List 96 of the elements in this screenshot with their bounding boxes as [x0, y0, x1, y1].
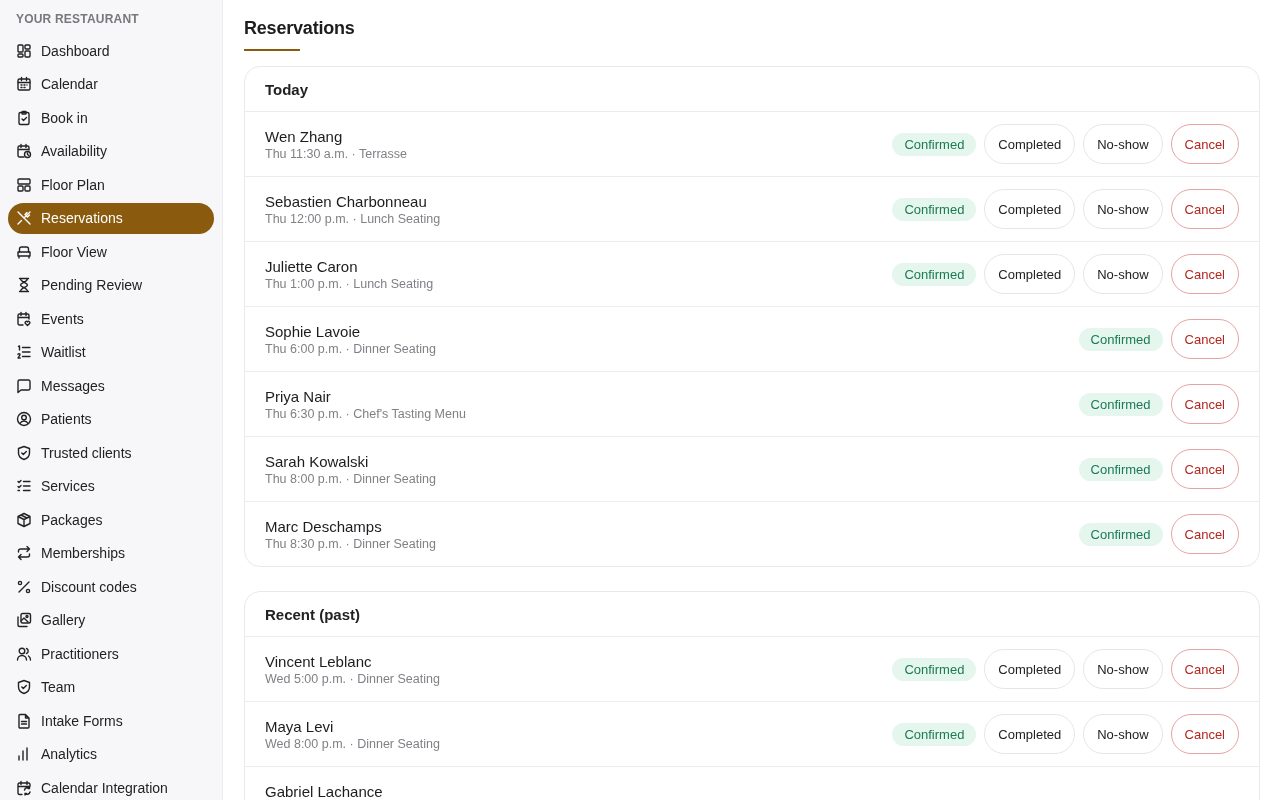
page-title: Reservations [244, 17, 355, 40]
shield-icon [16, 679, 32, 695]
cancel-button[interactable]: Cancel [1170, 649, 1239, 689]
reservation-details: Thu 11:30 a.m. · Terrasse [265, 146, 408, 161]
status-badge: Confirmed [1078, 522, 1163, 546]
action-button[interactable]: No-show [1083, 189, 1163, 229]
status-badge: Confirmed [892, 197, 977, 221]
reservation-details: Wed 5:00 p.m. · Dinner Seating [265, 671, 441, 686]
user-circle-icon [16, 411, 32, 427]
reservation-details: Thu 6:30 p.m. · Chef's Tasting Menu [265, 406, 467, 421]
sidebar-item[interactable]: Pending Review [8, 269, 214, 301]
guest-name: Vincent Leblanc [265, 652, 373, 670]
sidebar-item[interactable]: Gallery [8, 604, 214, 636]
sidebar-item[interactable]: Team [8, 671, 214, 703]
guest-name: Marc Deschamps [265, 517, 383, 535]
calendar-heart-icon [16, 310, 32, 327]
sidebar-item[interactable]: Events [8, 303, 214, 334]
guest-name: Juliette Caron [265, 257, 359, 275]
layout-icon [16, 176, 32, 193]
action-button[interactable]: Completed [984, 254, 1076, 294]
cancel-button[interactable]: Cancel [1170, 319, 1239, 359]
sidebar-item[interactable]: Messages [8, 370, 214, 401]
cancel-button[interactable]: Cancel [1170, 384, 1239, 424]
action-button[interactable]: Completed [984, 649, 1076, 689]
status-badge: Confirmed [1078, 327, 1163, 351]
hourglass-icon [16, 277, 32, 293]
reservation-details: Thu 12:00 p.m. · Lunch Seating [265, 211, 442, 226]
sidebar-item[interactable]: Availability [8, 135, 214, 167]
cancel-button[interactable]: Cancel [1170, 714, 1239, 754]
sidebar-item[interactable]: Floor Plan [8, 169, 214, 200]
status-badge: Confirmed [1078, 457, 1163, 481]
images-icon [16, 612, 32, 628]
sidebar-item[interactable]: Practitioners [8, 638, 214, 669]
reservation-details: Thu 6:00 p.m. · Dinner Seating [265, 341, 437, 356]
action-button[interactable]: Completed [984, 714, 1076, 754]
sidebar-item[interactable]: Memberships [8, 537, 214, 569]
guest-name: Sarah Kowalski [265, 452, 370, 470]
sidebar-item[interactable]: Patients [8, 403, 214, 435]
reservation-details: Thu 8:30 p.m. · Dinner Seating [265, 536, 437, 551]
sidebar-item[interactable]: Waitlist [8, 336, 214, 368]
reservation-details: Thu 1:00 p.m. · Lunch Seating [265, 276, 435, 291]
guest-name: Gabriel Lachance [265, 783, 384, 800]
sidebar-item[interactable]: Intake Forms [8, 705, 214, 736]
cancel-button[interactable]: Cancel [1170, 189, 1239, 229]
status-badge: Confirmed [892, 722, 977, 746]
guest-name: Priya Nair [265, 387, 332, 405]
cancel-button[interactable]: Cancel [1170, 514, 1239, 554]
repeat-icon [16, 545, 32, 561]
reservation-details: Thu 8:00 p.m. · Dinner Seating [265, 471, 437, 486]
cancel-button[interactable]: Cancel [1170, 124, 1239, 164]
guest-name: Wen Zhang [265, 127, 344, 145]
action-button[interactable]: No-show [1083, 714, 1163, 754]
clipboard-icon [16, 109, 32, 126]
status-badge: Confirmed [1078, 392, 1163, 416]
action-button[interactable]: Completed [984, 124, 1076, 164]
sidebar-item[interactable]: Floor View [8, 236, 214, 267]
action-button[interactable]: Completed [984, 189, 1076, 229]
sidebar-item[interactable]: Calendar Integration [8, 772, 214, 800]
list-checks-icon [16, 478, 32, 494]
action-button[interactable]: No-show [1083, 124, 1163, 164]
sidebar-item[interactable]: Analytics [8, 738, 214, 770]
sidebar-item[interactable]: Book in [8, 102, 214, 133]
package-icon [16, 511, 32, 528]
utensils-icon [16, 210, 32, 226]
calendar-icon [16, 76, 32, 92]
users-icon [16, 645, 32, 662]
message-icon [16, 377, 32, 394]
status-badge: Confirmed [892, 262, 977, 286]
list-ordered-icon [16, 344, 32, 360]
sidebar-item[interactable]: Services [8, 470, 214, 502]
sidebar-item[interactable]: Discount codes [8, 571, 214, 602]
sidebar-heading: YOUR RESTAURANT [15, 12, 140, 28]
section-title: Recent (past) [265, 605, 361, 623]
sidebar-item[interactable]: Calendar [8, 68, 214, 100]
status-badge: Confirmed [892, 657, 977, 681]
sofa-icon [16, 243, 32, 260]
action-button[interactable]: No-show [1083, 254, 1163, 294]
action-button[interactable]: No-show [1083, 649, 1163, 689]
file-icon [16, 712, 32, 729]
sidebar-item[interactable]: Trusted clients [8, 437, 214, 468]
calendar-sync-icon [16, 779, 32, 796]
reservation-details: Wed 8:00 p.m. · Dinner Seating [265, 736, 441, 751]
percent-icon [16, 578, 32, 595]
sidebar-item[interactable]: Packages [8, 504, 214, 535]
guest-name: Sebastien Charbonneau [265, 192, 428, 210]
sidebar-item[interactable]: Reservations [8, 202, 214, 234]
section-title: Today [265, 80, 309, 98]
cancel-button[interactable]: Cancel [1170, 449, 1239, 489]
status-badge: Confirmed [892, 132, 977, 156]
cancel-button[interactable]: Cancel [1170, 254, 1239, 294]
sidebar-item[interactable]: Dashboard [8, 35, 214, 66]
guest-name: Sophie Lavoie [265, 322, 362, 340]
shield-icon [16, 444, 32, 461]
calendar-clock-icon [16, 143, 32, 159]
guest-name: Maya Levi [265, 717, 335, 735]
grid-icon [16, 42, 32, 59]
